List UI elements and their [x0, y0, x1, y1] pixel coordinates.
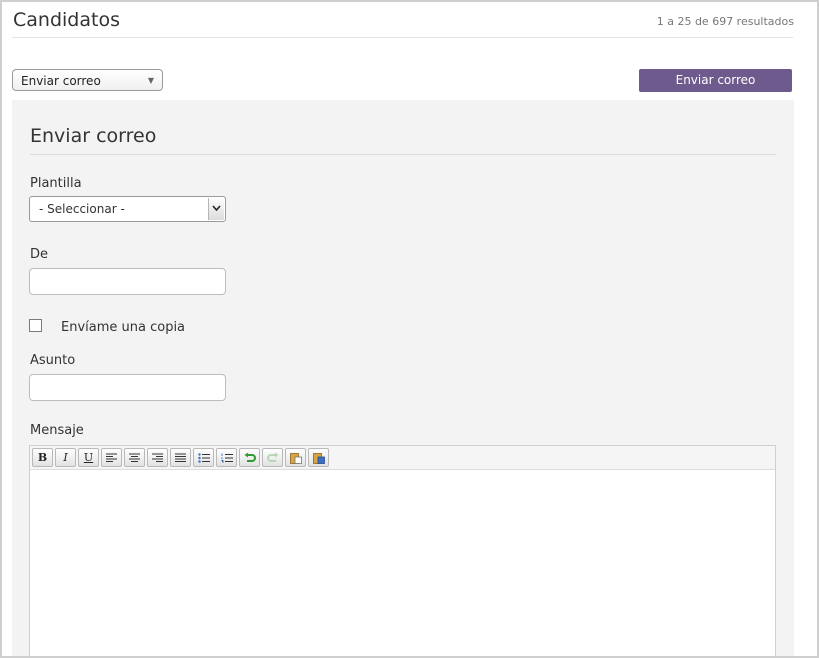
- from-label: De: [30, 247, 49, 262]
- redo-icon[interactable]: [262, 448, 283, 467]
- chevron-down-icon[interactable]: [208, 198, 224, 220]
- subject-label: Asunto: [30, 353, 76, 368]
- bullet-list-icon[interactable]: [193, 448, 214, 467]
- window-frame: Candidatos 1 a 25 de 697 resultados Envi…: [0, 0, 819, 658]
- numbered-list-icon[interactable]: [216, 448, 237, 467]
- copy-checkbox[interactable]: [29, 319, 42, 332]
- underline-icon[interactable]: U: [78, 448, 99, 467]
- message-editor[interactable]: B I U: [29, 445, 776, 656]
- divider: [12, 37, 793, 38]
- template-value: - Seleccionar -: [39, 202, 125, 216]
- bold-icon[interactable]: B: [32, 448, 53, 467]
- send-email-button[interactable]: Enviar correo: [639, 69, 792, 92]
- message-label: Mensaje: [30, 423, 84, 438]
- subject-field[interactable]: [29, 374, 226, 401]
- copy-label: Envíame una copia: [61, 320, 186, 335]
- undo-icon[interactable]: [239, 448, 260, 467]
- bulk-action-select[interactable]: Enviar correo ▼: [12, 69, 163, 91]
- from-field[interactable]: [29, 268, 226, 295]
- editor-toolbar: B I U: [30, 446, 775, 470]
- email-panel: Enviar correo Plantilla - Seleccionar - …: [12, 100, 794, 656]
- divider: [30, 154, 776, 155]
- align-right-icon[interactable]: [147, 448, 168, 467]
- paste-word-icon[interactable]: [308, 448, 329, 467]
- chevron-down-icon: ▼: [147, 76, 154, 85]
- align-left-icon[interactable]: [101, 448, 122, 467]
- template-select[interactable]: - Seleccionar -: [29, 196, 226, 222]
- page-title: Candidatos: [13, 9, 120, 31]
- results-count: 1 a 25 de 697 resultados: [656, 15, 794, 28]
- italic-icon[interactable]: I: [55, 448, 76, 467]
- panel-title: Enviar correo: [30, 125, 157, 147]
- align-justify-icon[interactable]: [170, 448, 191, 467]
- align-center-icon[interactable]: [124, 448, 145, 467]
- template-label: Plantilla: [30, 176, 82, 191]
- paste-icon[interactable]: [285, 448, 306, 467]
- bulk-action-value: Enviar correo: [21, 74, 101, 88]
